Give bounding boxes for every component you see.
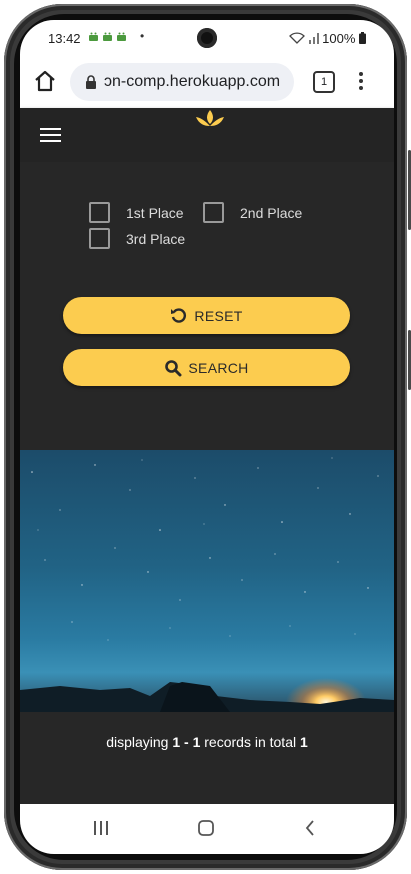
records-total: 1 bbox=[299, 734, 308, 750]
battery-percent: 100% bbox=[322, 31, 356, 46]
filter-panel: 1st Place 2nd Place 3rd Place RESET SEAR… bbox=[20, 162, 394, 450]
results-footer: displaying 1 - 1 records in total 1 bbox=[20, 712, 394, 804]
status-bar: 13:42 • 100% bbox=[20, 20, 394, 56]
undo-icon bbox=[171, 307, 187, 323]
search-button[interactable]: SEARCH bbox=[63, 349, 350, 386]
android-notification-icons bbox=[88, 31, 128, 46]
lotus-logo-icon[interactable] bbox=[194, 108, 226, 132]
back-nav-icon[interactable] bbox=[305, 820, 315, 836]
tab-switcher-button[interactable]: 1 bbox=[313, 71, 335, 93]
checkbox-label: 3rd Place bbox=[126, 230, 186, 247]
status-time: 13:42 bbox=[48, 31, 81, 46]
checkbox-box[interactable] bbox=[89, 202, 110, 223]
records-prefix: displaying bbox=[106, 734, 173, 750]
home-icon[interactable] bbox=[32, 68, 58, 94]
address-bar[interactable]: ɔn-comp.herokuapp.com bbox=[70, 63, 294, 101]
checkbox-label: 1st Place bbox=[126, 204, 184, 221]
recent-apps-icon[interactable] bbox=[92, 821, 110, 835]
app-header bbox=[20, 108, 394, 162]
night-sky-image bbox=[20, 450, 394, 712]
status-dot: • bbox=[140, 29, 145, 43]
checkbox-box[interactable] bbox=[203, 202, 224, 223]
records-middle: records in total bbox=[200, 734, 300, 750]
more-vert-icon[interactable] bbox=[358, 70, 364, 94]
front-camera bbox=[197, 28, 217, 48]
battery-icon bbox=[359, 32, 366, 44]
home-nav-icon[interactable] bbox=[198, 820, 214, 836]
search-label: SEARCH bbox=[188, 359, 249, 376]
checkbox-box[interactable] bbox=[89, 228, 110, 249]
device-screen: 13:42 • 100% ɔn-comp.herokuapp.com 1 1st… bbox=[20, 20, 394, 854]
hamburger-menu-icon[interactable] bbox=[40, 128, 61, 143]
browser-toolbar: ɔn-comp.herokuapp.com 1 bbox=[20, 56, 394, 108]
checkbox-3rd-place[interactable]: 3rd Place bbox=[89, 228, 185, 249]
records-summary: displaying 1 - 1 records in total 1 bbox=[20, 734, 394, 750]
wifi-icon bbox=[288, 32, 305, 44]
checkbox-2nd-place[interactable]: 2nd Place bbox=[203, 202, 302, 223]
lock-icon bbox=[86, 75, 96, 89]
checkbox-1st-place[interactable]: 1st Place bbox=[89, 202, 184, 223]
records-range: 1 - 1 bbox=[172, 734, 201, 750]
checkbox-label: 2nd Place bbox=[240, 204, 303, 221]
url-text: ɔn-comp.herokuapp.com bbox=[104, 73, 281, 90]
status-right-cluster: 100% bbox=[288, 31, 366, 46]
android-nav-bar bbox=[20, 804, 394, 854]
signal-icon bbox=[308, 33, 319, 44]
night-sky-illustration bbox=[20, 457, 394, 712]
reset-label: RESET bbox=[194, 307, 243, 324]
reset-button[interactable]: RESET bbox=[63, 297, 350, 334]
search-icon bbox=[165, 359, 182, 376]
